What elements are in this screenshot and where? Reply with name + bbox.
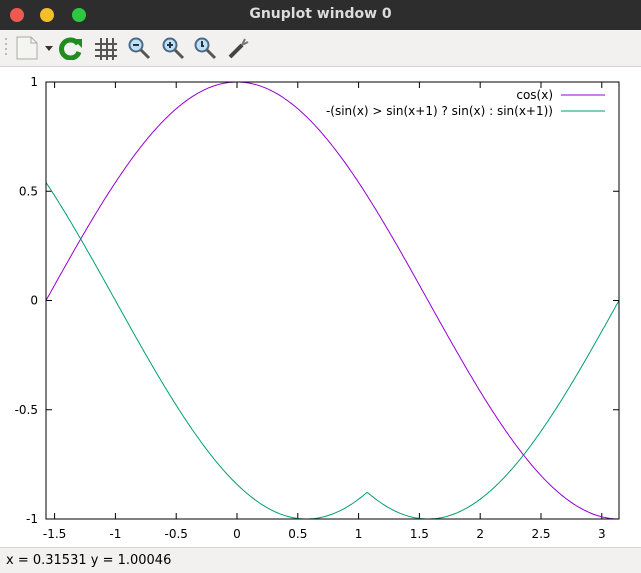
status-bar: x = 0.31531 y = 1.00046 xyxy=(0,547,641,572)
x-tick-label: 2.5 xyxy=(531,527,550,541)
zoom-next-icon xyxy=(162,37,185,60)
window-title: Gnuplot window 0 xyxy=(249,6,392,22)
y-tick-label: 0.5 xyxy=(19,184,38,198)
x-tick-label: -1 xyxy=(109,527,121,541)
grid-icon xyxy=(95,38,117,60)
replot-button[interactable] xyxy=(58,34,84,62)
unzoom-icon xyxy=(194,37,217,60)
x-tick-label: -0.5 xyxy=(164,527,187,541)
toolbar-grip-icon xyxy=(2,34,10,62)
zoom-prev-button[interactable] xyxy=(126,34,152,62)
series-line-0 xyxy=(45,81,619,520)
plot-frame xyxy=(45,81,620,520)
settings-icon xyxy=(228,38,249,59)
x-tick-label: 1.5 xyxy=(410,527,429,541)
x-tick-label: 0.5 xyxy=(288,527,307,541)
unzoom-button[interactable] xyxy=(192,34,218,62)
x-tick-label: 1 xyxy=(355,527,363,541)
y-tick-label: 0 xyxy=(30,294,38,308)
x-tick-label: -1.5 xyxy=(43,527,66,541)
export-button[interactable] xyxy=(12,34,56,62)
plot-area[interactable]: -1.5 -1 -0.5 0 0.5 1 1.5 2 2.5 3 1 0.5 0 -0.5 -1 cos(x)… xyxy=(0,67,641,547)
grid-button[interactable] xyxy=(92,34,118,62)
x-tick-label: 2 xyxy=(476,527,484,541)
zoom-prev-icon xyxy=(128,37,151,60)
legend-label-1: -(sin(x) > sin(x+1) ? sin(x) : sin(x+1)) xyxy=(326,104,553,118)
toolbar xyxy=(0,30,641,67)
replot-icon xyxy=(59,37,82,60)
settings-button[interactable] xyxy=(226,34,252,62)
x-tick-label: 3 xyxy=(598,527,606,541)
series-line-1 xyxy=(45,182,620,520)
title-bar: Gnuplot window 0 xyxy=(0,0,641,30)
legend-label-0: cos(x) xyxy=(516,88,553,102)
x-tick-label: 0 xyxy=(233,527,241,541)
y-tick-label: -1 xyxy=(26,512,38,526)
export-icon xyxy=(16,36,53,60)
chart: -1.5 -1 -0.5 0 0.5 1 1.5 2 2.5 3 1 0.5 0 -0.5 -1 cos(x)… xyxy=(15,75,620,541)
zoom-next-button[interactable] xyxy=(160,34,186,62)
cursor-coordinates: x = 0.31531 y = 1.00046 xyxy=(6,553,172,568)
y-tick-label: 1 xyxy=(30,75,38,89)
y-tick-label: -0.5 xyxy=(15,403,38,417)
